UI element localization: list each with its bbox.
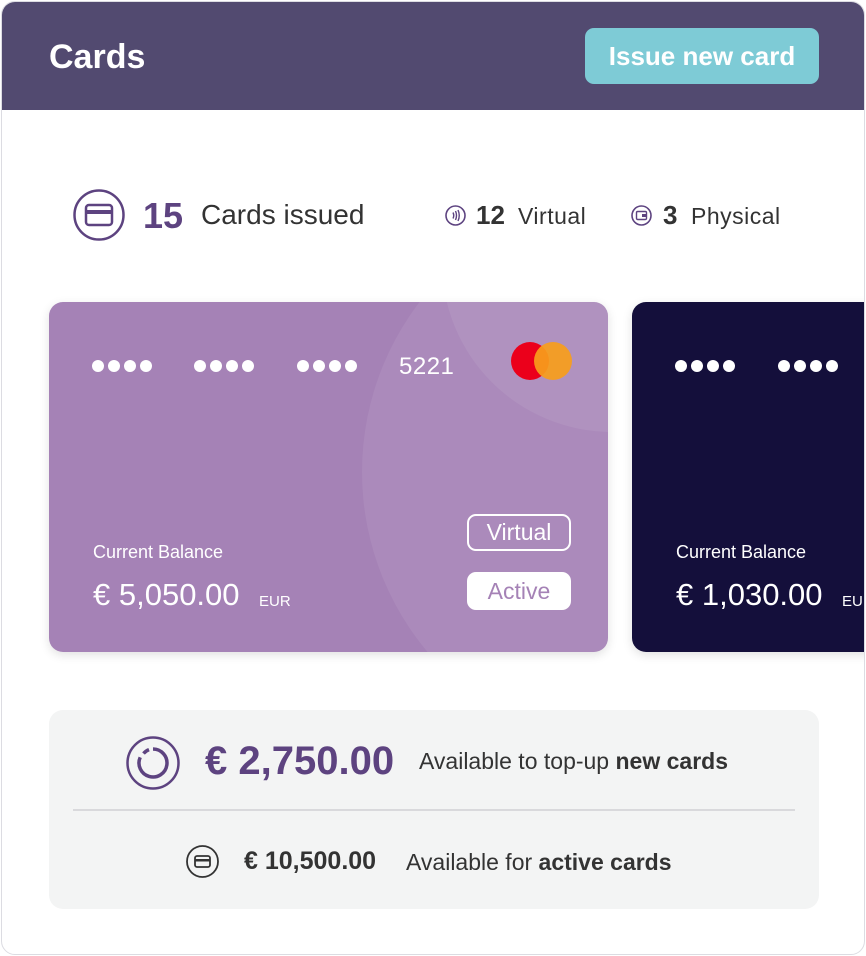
masked-digits (297, 360, 357, 372)
balance-amount: € 5,050.00 (93, 577, 240, 612)
header: Cards Issue new card (2, 2, 864, 110)
masked-digits (778, 360, 838, 372)
funds-summary: € 2,750.00 Available to top-up new cards… (49, 710, 819, 909)
balance-label: Current Balance (93, 542, 224, 562)
payment-card-5221[interactable]: 5221 Current Balance € 5,050.00 EUR Virt… (49, 302, 608, 652)
mastercard-logo-icon (511, 342, 573, 380)
page-title: Cards (49, 38, 146, 76)
balance-currency: EUR (259, 593, 291, 610)
physical-label: Physical (691, 203, 781, 229)
balance-label: Current Balance (676, 542, 807, 562)
topup-available-amount: € 2,750.00 (205, 739, 395, 783)
credit-card-icon (73, 189, 125, 241)
divider (73, 809, 795, 811)
cards-panel: Cards Issue new card 15 Cards issued 12 … (1, 1, 865, 955)
card-type-badge: Virtual (467, 514, 571, 551)
donut-chart-icon (126, 736, 180, 790)
card-last-four: 5221 (399, 353, 455, 380)
active-cards-amount: € 10,500.00 (244, 847, 377, 875)
physical-count: 3 (663, 200, 678, 230)
payment-card-dark[interactable]: Current Balance € 1,030.00 EUR (632, 302, 864, 652)
virtual-count: 12 (476, 200, 505, 230)
balance-currency: EUR (842, 593, 864, 610)
credit-card-icon (186, 845, 219, 878)
cards-issued-count: 15 (143, 195, 184, 236)
wallet-icon (631, 205, 652, 226)
cards-issued-label: Cards issued (201, 199, 365, 230)
issue-new-card-button[interactable]: Issue new card (585, 28, 819, 84)
active-cards-text: Available for active cards (406, 849, 672, 875)
contactless-icon (445, 205, 466, 226)
masked-digits (675, 360, 735, 372)
masked-digits (92, 360, 152, 372)
balance-amount: € 1,030.00 (676, 577, 823, 612)
status-badge: Active (467, 572, 571, 610)
masked-digits (194, 360, 254, 372)
virtual-label: Virtual (518, 203, 587, 229)
topup-available-text: Available to top-up new cards (419, 748, 728, 774)
